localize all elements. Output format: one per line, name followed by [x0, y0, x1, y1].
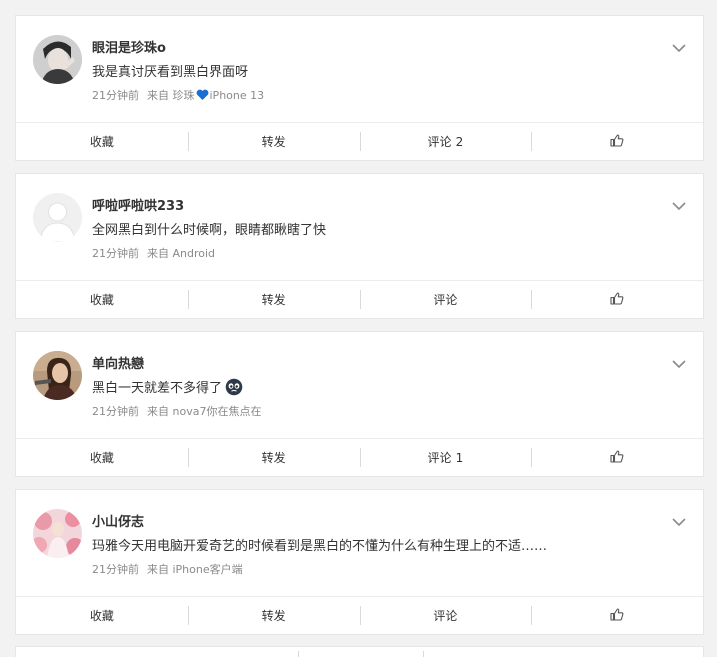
username[interactable]: 单向热戀 — [92, 353, 144, 372]
comment-feed: 眼泪是珍珠o 我是真讨厌看到黑白界面呀 21分钟前 来自 珍珠 iPhone 1… — [0, 0, 717, 657]
source-device: iPhone 13 — [209, 88, 265, 102]
source-prefix: 来自 珍珠 — [147, 89, 195, 102]
comment-text: 玛雅今天用电脑开爱奇艺的时候看到是黑白的不懂为什么有种生理上的不适…… — [92, 539, 548, 554]
comment-label: 评论 — [433, 293, 458, 307]
action-bar: 收藏 转发 评论 2 — [16, 122, 703, 160]
action-bar: 收藏 转发 评论 — [16, 596, 703, 634]
divider — [423, 651, 424, 657]
blue-heart-icon — [196, 89, 209, 101]
repost-label: 转发 — [261, 135, 286, 149]
comment-button[interactable]: 评论 2 — [359, 123, 532, 160]
repost-label: 转发 — [261, 451, 286, 465]
favorite-label: 收藏 — [89, 135, 114, 149]
comment-count: 1 — [455, 450, 464, 465]
comment-card: 呼啦呼啦哄233 全网黑白到什么时候啊，眼睛都瞅瞎了快 21分钟前 来自 And… — [15, 173, 704, 319]
thumbs-up-icon — [610, 133, 624, 150]
action-bar: 收藏 转发 评论 1 — [16, 438, 703, 476]
avatar[interactable] — [33, 193, 82, 242]
comment-label: 评论 — [427, 135, 452, 149]
comment-meta: 21分钟前 来自 nova7你在焦点在 — [92, 403, 261, 419]
thumbs-up-icon — [610, 449, 624, 466]
thumbs-up-icon — [610, 607, 624, 624]
comment-text-body: 黑白一天就差不多得了 — [92, 381, 223, 396]
comment-meta: 21分钟前 来自 珍珠 iPhone 13 — [92, 87, 264, 103]
favorite-button[interactable]: 收藏 — [16, 597, 188, 634]
comment-button[interactable]: 评论 1 — [359, 439, 532, 476]
source-prefix: 来自 iPhone客户端 — [147, 563, 243, 576]
avatar[interactable] — [33, 35, 82, 84]
source-prefix: 来自 Android — [147, 247, 216, 260]
like-button[interactable] — [531, 123, 703, 160]
repost-button[interactable]: 转发 — [187, 123, 360, 160]
comment-meta: 21分钟前 来自 Android — [92, 245, 215, 261]
comment-card: 单向热戀 黑白一天就差不多得了 21分钟前 来自 nova7你在焦点在 收藏 转… — [15, 331, 704, 477]
repost-label: 转发 — [261, 609, 286, 623]
timestamp: 21分钟前 — [92, 563, 139, 576]
favorite-button[interactable]: 收藏 — [16, 123, 188, 160]
comment-text: 全网黑白到什么时候啊，眼睛都瞅瞎了快 — [92, 223, 327, 238]
crying-emoji-icon — [225, 378, 243, 396]
timestamp: 21分钟前 — [92, 405, 139, 418]
comment-text: 黑白一天就差不多得了 — [92, 377, 243, 396]
favorite-button[interactable]: 收藏 — [16, 281, 188, 318]
comment-card: 眼泪是珍珠o 我是真讨厌看到黑白界面呀 21分钟前 来自 珍珠 iPhone 1… — [15, 15, 704, 161]
username[interactable]: 小山伢志 — [92, 511, 144, 530]
comment-meta: 21分钟前 来自 iPhone客户端 — [92, 561, 243, 577]
source-prefix: 来自 nova7你在焦点在 — [147, 405, 262, 418]
comment-label: 评论 — [427, 451, 452, 465]
repost-button[interactable]: 转发 — [187, 597, 360, 634]
chevron-down-icon[interactable] — [672, 196, 686, 211]
favorite-label: 收藏 — [89, 451, 114, 465]
thumbs-up-icon — [610, 291, 624, 308]
avatar[interactable] — [33, 351, 82, 400]
username[interactable]: 呼啦呼啦哄233 — [92, 195, 184, 214]
timestamp: 21分钟前 — [92, 247, 139, 260]
like-button[interactable] — [531, 439, 703, 476]
next-card-peek — [15, 646, 704, 657]
action-bar: 收藏 转发 评论 — [16, 280, 703, 318]
like-button[interactable] — [531, 281, 703, 318]
favorite-label: 收藏 — [89, 293, 114, 307]
chevron-down-icon[interactable] — [672, 512, 686, 527]
comment-button[interactable]: 评论 — [359, 281, 532, 318]
repost-button[interactable]: 转发 — [187, 439, 360, 476]
repost-button[interactable]: 转发 — [187, 281, 360, 318]
comment-count: 2 — [455, 134, 464, 149]
comment-label: 评论 — [433, 609, 458, 623]
timestamp: 21分钟前 — [92, 89, 139, 102]
comment-text: 我是真讨厌看到黑白界面呀 — [92, 65, 249, 80]
favorite-label: 收藏 — [89, 609, 114, 623]
like-button[interactable] — [531, 597, 703, 634]
repost-label: 转发 — [261, 293, 286, 307]
avatar[interactable] — [33, 509, 82, 558]
favorite-button[interactable]: 收藏 — [16, 439, 188, 476]
divider — [298, 651, 299, 657]
comment-button[interactable]: 评论 — [359, 597, 532, 634]
chevron-down-icon[interactable] — [672, 38, 686, 53]
chevron-down-icon[interactable] — [672, 354, 686, 369]
username[interactable]: 眼泪是珍珠o — [92, 37, 166, 56]
comment-card: 小山伢志 玛雅今天用电脑开爱奇艺的时候看到是黑白的不懂为什么有种生理上的不适……… — [15, 489, 704, 635]
